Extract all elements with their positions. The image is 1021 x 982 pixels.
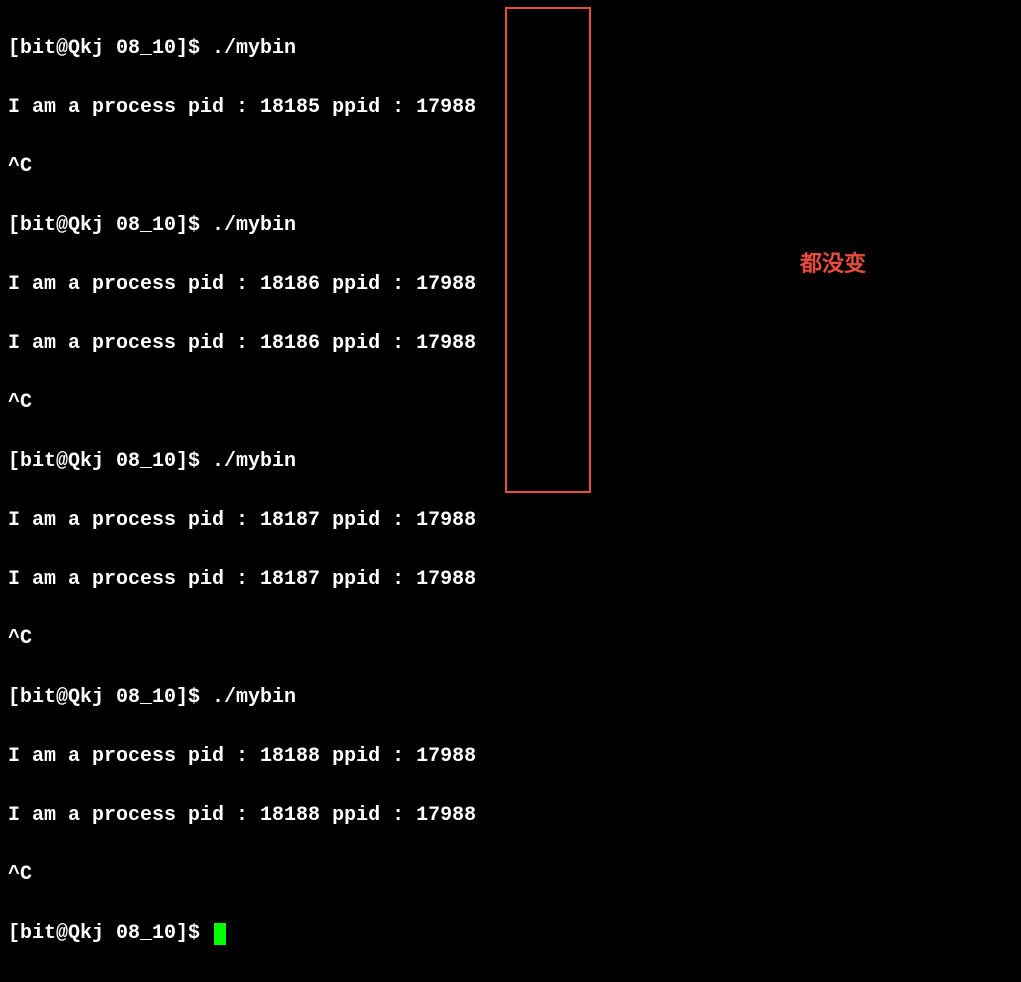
prompt: [bit@Qkj 08_10]$ — [8, 37, 212, 60]
interrupt: ^C — [8, 624, 1013, 654]
prompt: [bit@Qkj 08_10]$ — [8, 450, 212, 473]
interrupt: ^C — [8, 152, 1013, 182]
prompt-line: [bit@Qkj 08_10]$ ./mybin — [8, 683, 1013, 713]
process-output: I am a process pid : 18186 ppid : 17988 — [8, 329, 1013, 359]
ppid-value: 17988 — [416, 745, 476, 768]
prompt-line: [bit@Qkj 08_10]$ ./mybin — [8, 34, 1013, 64]
terminal-output[interactable]: [bit@Qkj 08_10]$ ./mybin I am a process … — [0, 0, 1021, 982]
ppid-value: 17988 — [416, 332, 476, 355]
ppid-value: 17988 — [416, 804, 476, 827]
prompt: [bit@Qkj 08_10]$ — [8, 214, 212, 237]
prompt-line: [bit@Qkj 08_10]$ ./mybin — [8, 211, 1013, 241]
process-output: I am a process pid : 18188 ppid : 17988 — [8, 801, 1013, 831]
process-output: I am a process pid : 18185 ppid : 17988 — [8, 93, 1013, 123]
command: ./mybin — [212, 214, 296, 237]
ppid-value: 17988 — [416, 509, 476, 532]
prompt: [bit@Qkj 08_10]$ — [8, 922, 212, 945]
prompt: [bit@Qkj 08_10]$ — [8, 686, 212, 709]
command: ./mybin — [212, 450, 296, 473]
prompt-line-cursor: [bit@Qkj 08_10]$ — [8, 919, 1013, 949]
annotation-text: 都没变 — [800, 246, 866, 278]
ppid-value: 17988 — [416, 273, 476, 296]
process-output: I am a process pid : 18188 ppid : 17988 — [8, 742, 1013, 772]
command: ./mybin — [212, 686, 296, 709]
interrupt: ^C — [8, 860, 1013, 890]
prompt-line: [bit@Qkj 08_10]$ ./mybin — [8, 447, 1013, 477]
process-output: I am a process pid : 18187 ppid : 17988 — [8, 565, 1013, 595]
process-output: I am a process pid : 18187 ppid : 17988 — [8, 506, 1013, 536]
ppid-value: 17988 — [416, 96, 476, 119]
ppid-value: 17988 — [416, 568, 476, 591]
interrupt: ^C — [8, 388, 1013, 418]
cursor — [214, 923, 226, 945]
command: ./mybin — [212, 37, 296, 60]
